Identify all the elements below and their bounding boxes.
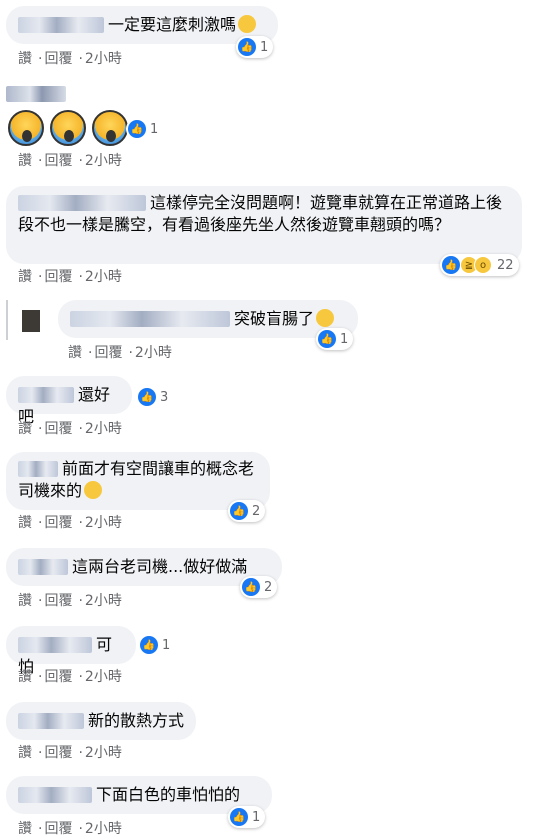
like-reaction-icon: 👍 <box>242 578 260 596</box>
laugh-emoji-icon <box>316 309 335 327</box>
blurred-author-name[interactable] <box>18 559 68 575</box>
comment-actions: 讚 · 回覆 · 2小時 <box>18 51 122 67</box>
like-link[interactable]: 讚 <box>18 669 32 685</box>
reaction-count[interactable]: 👍 2 <box>240 576 278 598</box>
scream-emoji-icon <box>8 110 44 146</box>
comment-time[interactable]: 2小時 <box>85 421 122 437</box>
comment-time[interactable]: 2小時 <box>85 745 122 761</box>
blurred-author-name[interactable] <box>70 311 230 327</box>
reaction-count[interactable]: 👍 1 <box>228 806 266 828</box>
reply-thread-line <box>6 300 8 340</box>
like-link[interactable]: 讚 <box>18 821 32 837</box>
comment-text: 這兩台老司機...做好做滿 <box>72 557 248 576</box>
reaction-count[interactable]: 👍 1 <box>126 118 164 140</box>
comment-actions: 讚 · 回覆 · 2小時 <box>18 593 122 609</box>
comment-text: 下面白色的車怕怕的 <box>96 785 241 804</box>
comment-actions: 讚 · 回覆 · 2小時 <box>18 269 122 285</box>
like-link[interactable]: 讚 <box>18 153 32 169</box>
comment-bubble: 這兩台老司機...做好做滿 <box>6 548 282 586</box>
comment-bubble: 這樣停完全沒問題啊！遊覽車就算在正常道路上後段不也一樣是騰空，有看過後座先坐人然… <box>6 186 522 264</box>
reply-link[interactable]: 回覆 <box>44 421 72 437</box>
comment-bubble: 可怕 <box>6 626 136 676</box>
comment-text: 新的散熱方式 <box>88 711 185 730</box>
like-link[interactable]: 讚 <box>18 745 32 761</box>
rofl-emoji-icon <box>84 481 103 499</box>
comment-actions: 讚 · 回覆 · 2小時 <box>18 515 122 531</box>
reply-link[interactable]: 回覆 <box>44 269 72 285</box>
comment-bubble: 前面才有空間讓車的概念老司機來的 <box>6 452 270 510</box>
comment-time[interactable]: 2小時 <box>135 345 172 361</box>
blurred-author-name[interactable] <box>18 787 92 803</box>
like-reaction-icon: 👍 <box>230 502 248 520</box>
comment-actions: 讚 · 回覆 · 2小時 <box>18 745 122 761</box>
comment-time[interactable]: 2小時 <box>85 669 122 685</box>
comment-bubble: 突破盲腸了 <box>58 300 358 338</box>
like-link[interactable]: 讚 <box>68 345 82 361</box>
comment-bubble: 新的散熱方式 <box>6 702 196 740</box>
reply-link[interactable]: 回覆 <box>44 515 72 531</box>
comment-time[interactable]: 2小時 <box>85 515 122 531</box>
reaction-count[interactable]: 👍 1 <box>236 36 274 58</box>
reaction-count[interactable]: 👍 3 <box>136 386 174 408</box>
reply-link[interactable]: 回覆 <box>44 153 72 169</box>
comment-time[interactable]: 2小時 <box>85 51 122 67</box>
scream-emoji-icon <box>92 110 128 146</box>
reply-link[interactable]: 回覆 <box>44 593 72 609</box>
comment-time[interactable]: 2小時 <box>85 821 122 837</box>
like-reaction-icon: 👍 <box>230 808 248 826</box>
comment-bubble: 還好吧 <box>6 376 132 426</box>
like-reaction-icon: 👍 <box>128 120 146 138</box>
comment-bubble: 一定要這麼刺激嗎 <box>6 6 278 44</box>
reply-link[interactable]: 回覆 <box>44 669 72 685</box>
reaction-count[interactable]: 👍 1 <box>316 328 354 350</box>
reaction-count[interactable]: 👍 1 <box>138 634 176 656</box>
like-link[interactable]: 讚 <box>18 421 32 437</box>
comment-actions: 讚 · 回覆 · 2小時 <box>18 421 122 437</box>
comment-time[interactable]: 2小時 <box>85 269 122 285</box>
like-reaction-icon: 👍 <box>318 330 336 348</box>
comment-actions: 讚 · 回覆 · 2小時 <box>68 345 172 361</box>
like-reaction-icon: 👍 <box>138 388 156 406</box>
blurred-author-name[interactable] <box>18 17 104 33</box>
reply-link[interactable]: 回覆 <box>44 745 72 761</box>
comment-text: 一定要這麼刺激嗎 <box>108 15 237 34</box>
reply-link[interactable]: 回覆 <box>44 821 72 837</box>
like-reaction-icon: 👍 <box>442 256 460 274</box>
blurred-author-name[interactable] <box>6 86 66 102</box>
like-link[interactable]: 讚 <box>18 269 32 285</box>
blurred-author-name[interactable] <box>18 387 74 403</box>
reaction-count[interactable]: 👍 ≧ o 22 <box>440 254 519 276</box>
grin-emoji-icon <box>238 15 257 33</box>
comment-actions: 讚 · 回覆 · 2小時 <box>18 669 122 685</box>
comment-time[interactable]: 2小時 <box>85 153 122 169</box>
reaction-count[interactable]: 👍 2 <box>228 500 266 522</box>
scream-emoji-icon <box>50 110 86 146</box>
blurred-author-name[interactable] <box>18 713 84 729</box>
reply-link[interactable]: 回覆 <box>44 51 72 67</box>
like-reaction-icon: 👍 <box>140 636 158 654</box>
blurred-author-name[interactable] <box>18 637 92 653</box>
comment-actions: 讚 · 回覆 · 2小時 <box>18 153 122 169</box>
like-link[interactable]: 讚 <box>18 593 32 609</box>
reply-link[interactable]: 回覆 <box>94 345 122 361</box>
like-link[interactable]: 讚 <box>18 51 32 67</box>
avatar[interactable] <box>22 310 40 332</box>
comment-text: 突破盲腸了 <box>234 309 315 328</box>
blurred-author-name[interactable] <box>18 461 58 477</box>
like-reaction-icon: 👍 <box>238 38 256 56</box>
like-link[interactable]: 讚 <box>18 515 32 531</box>
blurred-author-name[interactable] <box>18 195 146 211</box>
comment-time[interactable]: 2小時 <box>85 593 122 609</box>
wow-reaction-icon: o <box>474 256 492 274</box>
comment-actions: 讚 · 回覆 · 2小時 <box>18 821 122 837</box>
